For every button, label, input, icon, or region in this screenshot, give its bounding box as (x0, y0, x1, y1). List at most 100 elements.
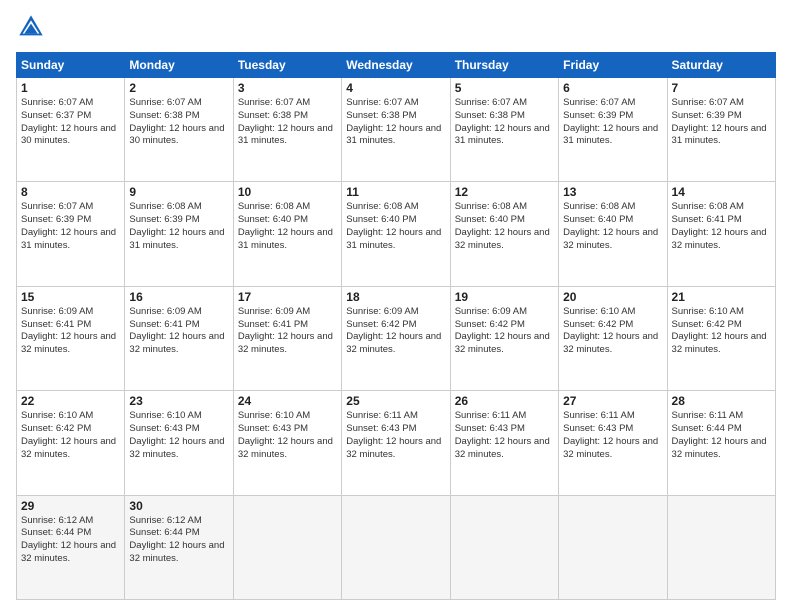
calendar-cell: 11 Sunrise: 6:08 AM Sunset: 6:40 PM Dayl… (342, 182, 450, 286)
calendar-cell (233, 495, 341, 599)
logo (16, 12, 50, 42)
day-number: 25 (346, 394, 445, 408)
day-number: 13 (563, 185, 662, 199)
day-info: Sunrise: 6:09 AM Sunset: 6:42 PM Dayligh… (455, 306, 554, 357)
day-number: 1 (21, 81, 120, 95)
calendar-cell: 9 Sunrise: 6:08 AM Sunset: 6:39 PM Dayli… (125, 182, 233, 286)
calendar-cell: 1 Sunrise: 6:07 AM Sunset: 6:37 PM Dayli… (17, 78, 125, 182)
day-info: Sunrise: 6:08 AM Sunset: 6:40 PM Dayligh… (238, 201, 337, 252)
day-number: 2 (129, 81, 228, 95)
day-info: Sunrise: 6:12 AM Sunset: 6:44 PM Dayligh… (21, 515, 120, 566)
calendar-cell: 3 Sunrise: 6:07 AM Sunset: 6:38 PM Dayli… (233, 78, 341, 182)
day-info: Sunrise: 6:07 AM Sunset: 6:39 PM Dayligh… (21, 201, 120, 252)
day-info: Sunrise: 6:08 AM Sunset: 6:41 PM Dayligh… (672, 201, 771, 252)
calendar-cell: 8 Sunrise: 6:07 AM Sunset: 6:39 PM Dayli… (17, 182, 125, 286)
day-number: 16 (129, 290, 228, 304)
day-info: Sunrise: 6:11 AM Sunset: 6:43 PM Dayligh… (455, 410, 554, 461)
day-number: 19 (455, 290, 554, 304)
day-info: Sunrise: 6:09 AM Sunset: 6:42 PM Dayligh… (346, 306, 445, 357)
calendar-cell: 2 Sunrise: 6:07 AM Sunset: 6:38 PM Dayli… (125, 78, 233, 182)
logo-icon (16, 12, 46, 42)
col-friday: Friday (559, 53, 667, 78)
calendar-week-4: 22 Sunrise: 6:10 AM Sunset: 6:42 PM Dayl… (17, 391, 776, 495)
day-number: 8 (21, 185, 120, 199)
day-info: Sunrise: 6:12 AM Sunset: 6:44 PM Dayligh… (129, 515, 228, 566)
day-number: 24 (238, 394, 337, 408)
day-info: Sunrise: 6:11 AM Sunset: 6:44 PM Dayligh… (672, 410, 771, 461)
day-number: 4 (346, 81, 445, 95)
day-number: 22 (21, 394, 120, 408)
day-number: 9 (129, 185, 228, 199)
col-tuesday: Tuesday (233, 53, 341, 78)
calendar-cell: 28 Sunrise: 6:11 AM Sunset: 6:44 PM Dayl… (667, 391, 775, 495)
calendar-cell: 10 Sunrise: 6:08 AM Sunset: 6:40 PM Dayl… (233, 182, 341, 286)
day-info: Sunrise: 6:09 AM Sunset: 6:41 PM Dayligh… (21, 306, 120, 357)
day-number: 10 (238, 185, 337, 199)
calendar-week-2: 8 Sunrise: 6:07 AM Sunset: 6:39 PM Dayli… (17, 182, 776, 286)
day-info: Sunrise: 6:08 AM Sunset: 6:40 PM Dayligh… (455, 201, 554, 252)
col-sunday: Sunday (17, 53, 125, 78)
day-info: Sunrise: 6:09 AM Sunset: 6:41 PM Dayligh… (129, 306, 228, 357)
calendar-cell: 4 Sunrise: 6:07 AM Sunset: 6:38 PM Dayli… (342, 78, 450, 182)
day-number: 23 (129, 394, 228, 408)
col-monday: Monday (125, 53, 233, 78)
calendar-cell: 29 Sunrise: 6:12 AM Sunset: 6:44 PM Dayl… (17, 495, 125, 599)
day-info: Sunrise: 6:09 AM Sunset: 6:41 PM Dayligh… (238, 306, 337, 357)
day-info: Sunrise: 6:08 AM Sunset: 6:40 PM Dayligh… (563, 201, 662, 252)
calendar-cell: 22 Sunrise: 6:10 AM Sunset: 6:42 PM Dayl… (17, 391, 125, 495)
calendar-cell: 14 Sunrise: 6:08 AM Sunset: 6:41 PM Dayl… (667, 182, 775, 286)
day-number: 17 (238, 290, 337, 304)
calendar-cell: 6 Sunrise: 6:07 AM Sunset: 6:39 PM Dayli… (559, 78, 667, 182)
calendar-cell: 18 Sunrise: 6:09 AM Sunset: 6:42 PM Dayl… (342, 286, 450, 390)
day-info: Sunrise: 6:10 AM Sunset: 6:42 PM Dayligh… (21, 410, 120, 461)
calendar-cell: 12 Sunrise: 6:08 AM Sunset: 6:40 PM Dayl… (450, 182, 558, 286)
day-number: 3 (238, 81, 337, 95)
day-number: 11 (346, 185, 445, 199)
col-thursday: Thursday (450, 53, 558, 78)
calendar-cell: 17 Sunrise: 6:09 AM Sunset: 6:41 PM Dayl… (233, 286, 341, 390)
header-row: Sunday Monday Tuesday Wednesday Thursday… (17, 53, 776, 78)
col-wednesday: Wednesday (342, 53, 450, 78)
calendar-cell: 30 Sunrise: 6:12 AM Sunset: 6:44 PM Dayl… (125, 495, 233, 599)
day-number: 5 (455, 81, 554, 95)
day-number: 18 (346, 290, 445, 304)
day-number: 21 (672, 290, 771, 304)
calendar-cell: 13 Sunrise: 6:08 AM Sunset: 6:40 PM Dayl… (559, 182, 667, 286)
calendar-cell: 19 Sunrise: 6:09 AM Sunset: 6:42 PM Dayl… (450, 286, 558, 390)
day-info: Sunrise: 6:07 AM Sunset: 6:38 PM Dayligh… (129, 97, 228, 148)
day-number: 7 (672, 81, 771, 95)
day-number: 15 (21, 290, 120, 304)
calendar-week-5: 29 Sunrise: 6:12 AM Sunset: 6:44 PM Dayl… (17, 495, 776, 599)
calendar-cell: 27 Sunrise: 6:11 AM Sunset: 6:43 PM Dayl… (559, 391, 667, 495)
day-info: Sunrise: 6:10 AM Sunset: 6:43 PM Dayligh… (129, 410, 228, 461)
calendar-cell (342, 495, 450, 599)
day-number: 6 (563, 81, 662, 95)
calendar-cell (559, 495, 667, 599)
day-info: Sunrise: 6:08 AM Sunset: 6:40 PM Dayligh… (346, 201, 445, 252)
day-info: Sunrise: 6:07 AM Sunset: 6:38 PM Dayligh… (455, 97, 554, 148)
day-info: Sunrise: 6:11 AM Sunset: 6:43 PM Dayligh… (346, 410, 445, 461)
calendar-cell: 26 Sunrise: 6:11 AM Sunset: 6:43 PM Dayl… (450, 391, 558, 495)
day-info: Sunrise: 6:07 AM Sunset: 6:39 PM Dayligh… (563, 97, 662, 148)
col-saturday: Saturday (667, 53, 775, 78)
day-info: Sunrise: 6:10 AM Sunset: 6:43 PM Dayligh… (238, 410, 337, 461)
day-info: Sunrise: 6:07 AM Sunset: 6:38 PM Dayligh… (346, 97, 445, 148)
calendar-cell: 16 Sunrise: 6:09 AM Sunset: 6:41 PM Dayl… (125, 286, 233, 390)
day-number: 27 (563, 394, 662, 408)
day-info: Sunrise: 6:07 AM Sunset: 6:37 PM Dayligh… (21, 97, 120, 148)
day-info: Sunrise: 6:07 AM Sunset: 6:38 PM Dayligh… (238, 97, 337, 148)
day-number: 20 (563, 290, 662, 304)
calendar-cell: 23 Sunrise: 6:10 AM Sunset: 6:43 PM Dayl… (125, 391, 233, 495)
day-number: 29 (21, 499, 120, 513)
day-number: 14 (672, 185, 771, 199)
calendar-cell: 21 Sunrise: 6:10 AM Sunset: 6:42 PM Dayl… (667, 286, 775, 390)
page: Sunday Monday Tuesday Wednesday Thursday… (0, 0, 792, 612)
calendar-header: Sunday Monday Tuesday Wednesday Thursday… (17, 53, 776, 78)
header (16, 12, 776, 42)
day-number: 30 (129, 499, 228, 513)
day-info: Sunrise: 6:07 AM Sunset: 6:39 PM Dayligh… (672, 97, 771, 148)
calendar-week-3: 15 Sunrise: 6:09 AM Sunset: 6:41 PM Dayl… (17, 286, 776, 390)
day-number: 28 (672, 394, 771, 408)
day-info: Sunrise: 6:10 AM Sunset: 6:42 PM Dayligh… (563, 306, 662, 357)
calendar-week-1: 1 Sunrise: 6:07 AM Sunset: 6:37 PM Dayli… (17, 78, 776, 182)
